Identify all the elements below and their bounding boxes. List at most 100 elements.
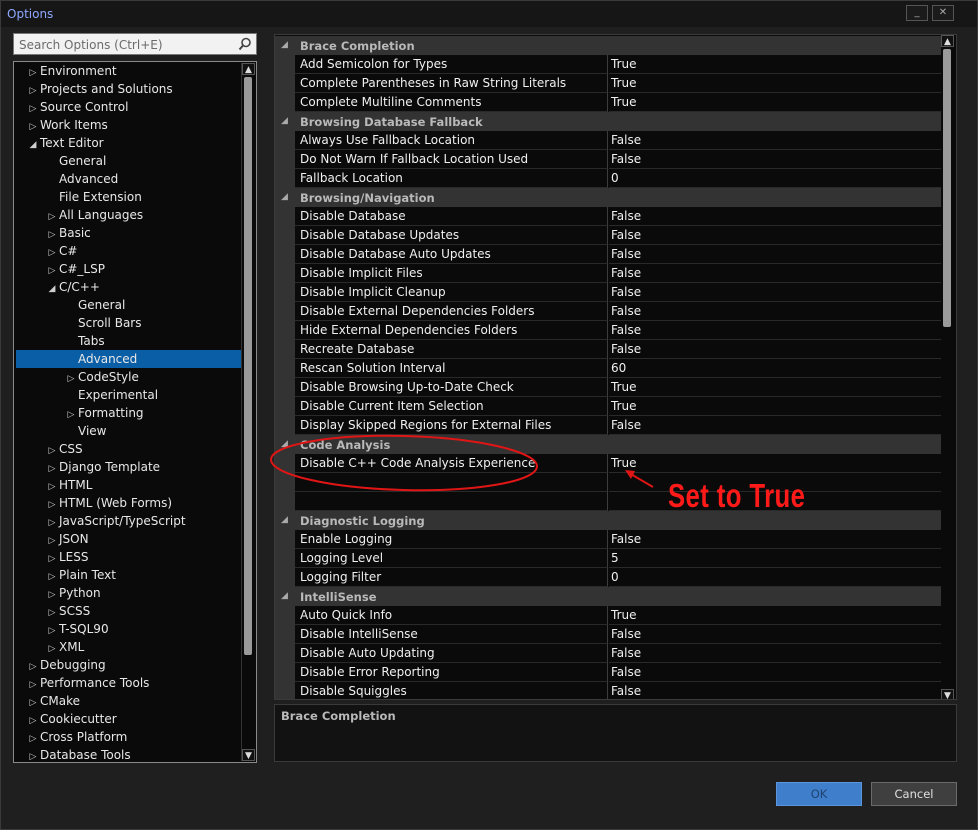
property-name[interactable]: Complete Multiline Comments (295, 93, 608, 112)
property-value[interactable]: True (609, 55, 942, 74)
grid-row[interactable]: Disable IntelliSense False (275, 625, 942, 644)
grid-row[interactable]: Disable Squiggles False (275, 682, 942, 699)
tree-item[interactable]: ▷ C# (16, 242, 242, 260)
property-name[interactable]: Disable Implicit Files (295, 264, 608, 283)
property-value[interactable]: False (609, 644, 942, 663)
property-value[interactable]: True (609, 93, 942, 112)
property-value[interactable]: True (609, 378, 942, 397)
grid-row[interactable]: Fallback Location 0 (275, 169, 942, 188)
property-name[interactable]: Logging Filter (295, 568, 608, 587)
tree-item[interactable]: Tabs (16, 332, 242, 350)
property-value[interactable]: False (609, 682, 942, 699)
property-name[interactable] (295, 492, 608, 511)
property-name[interactable]: Add Semicolon for Types (295, 55, 608, 74)
tree-item[interactable]: ▷ All Languages (16, 206, 242, 224)
expander-icon[interactable]: ▷ (26, 748, 40, 762)
property-value[interactable]: False (609, 264, 942, 283)
tree-item[interactable]: General (16, 296, 242, 314)
tree-item[interactable]: ▷ Database Tools (16, 746, 242, 762)
grid-row[interactable]: Complete Parentheses in Raw String Liter… (275, 74, 942, 93)
grid-row[interactable] (275, 492, 942, 511)
property-name[interactable]: Disable External Dependencies Folders (295, 302, 608, 321)
tree-item[interactable]: ▷ LESS (16, 548, 242, 566)
property-value[interactable]: 60 (609, 359, 942, 378)
property-value[interactable]: False (609, 416, 942, 435)
property-value[interactable]: False (609, 625, 942, 644)
property-name[interactable]: Disable Database Auto Updates (295, 245, 608, 264)
tree-item[interactable]: Scroll Bars (16, 314, 242, 332)
tree-item[interactable]: ▷ Debugging (16, 656, 242, 674)
tree-item[interactable]: ▷ JavaScript/TypeScript (16, 512, 242, 530)
grid-row[interactable]: Disable Implicit Cleanup False (275, 283, 942, 302)
property-name[interactable]: Disable Squiggles (295, 682, 608, 699)
collapse-icon[interactable]: ◢ (281, 591, 288, 601)
grid-category[interactable]: ◢ Browsing/Navigation (275, 188, 942, 207)
property-value[interactable]: 0 (609, 568, 942, 587)
property-value[interactable]: False (609, 302, 942, 321)
property-name[interactable]: Disable Database (295, 207, 608, 226)
property-name[interactable]: Always Use Fallback Location (295, 131, 608, 150)
property-value[interactable]: True (609, 74, 942, 93)
grid-row[interactable]: Display Skipped Regions for External Fil… (275, 416, 942, 435)
property-name[interactable]: Hide External Dependencies Folders (295, 321, 608, 340)
grid-row[interactable]: Disable Implicit Files False (275, 264, 942, 283)
property-value[interactable]: True (609, 606, 942, 625)
tree-item[interactable]: ▷ C#_LSP (16, 260, 242, 278)
scrollbar-thumb[interactable] (943, 49, 951, 327)
tree-item[interactable]: Advanced (16, 170, 242, 188)
scroll-down-icon[interactable]: ▼ (941, 689, 954, 699)
property-value[interactable]: False (609, 321, 942, 340)
tree-item[interactable]: ▷ Plain Text (16, 566, 242, 584)
grid-row[interactable]: Complete Multiline Comments True (275, 93, 942, 112)
grid-row[interactable]: Hide External Dependencies Folders False (275, 321, 942, 340)
property-value[interactable]: True (609, 397, 942, 416)
property-name[interactable]: Disable Database Updates (295, 226, 608, 245)
tree-item[interactable]: File Extension (16, 188, 242, 206)
property-name[interactable] (295, 473, 608, 492)
property-value[interactable]: False (609, 207, 942, 226)
grid-row[interactable]: Disable Error Reporting False (275, 663, 942, 682)
minimize-button[interactable]: _ (906, 5, 928, 21)
property-name[interactable]: Disable Auto Updating (295, 644, 608, 663)
ok-button[interactable]: OK (776, 782, 862, 806)
property-name[interactable]: Enable Logging (295, 530, 608, 549)
tree-scrollbar[interactable]: ▲ ▼ (241, 63, 255, 761)
tree-item[interactable]: ▷ Work Items (16, 116, 242, 134)
property-value[interactable]: 5 (609, 549, 942, 568)
collapse-icon[interactable]: ◢ (281, 116, 288, 126)
property-value[interactable]: False (609, 245, 942, 264)
grid-row[interactable]: Always Use Fallback Location False (275, 131, 942, 150)
grid-row[interactable]: Rescan Solution Interval 60 (275, 359, 942, 378)
collapse-icon[interactable]: ◢ (281, 439, 288, 449)
property-value[interactable]: False (609, 663, 942, 682)
property-name[interactable]: Recreate Database (295, 340, 608, 359)
property-name[interactable]: Display Skipped Regions for External Fil… (295, 416, 608, 435)
close-button[interactable]: ✕ (932, 5, 954, 21)
grid-row[interactable]: Disable C++ Code Analysis Experience True (275, 454, 942, 473)
cancel-button[interactable]: Cancel (871, 782, 957, 806)
grid-category[interactable]: ◢ Browsing Database Fallback (275, 112, 942, 131)
tree-item[interactable]: ▷ Cookiecutter (16, 710, 242, 728)
grid-row[interactable]: Disable Browsing Up-to-Date Check True (275, 378, 942, 397)
tree-item[interactable]: ▷ XML (16, 638, 242, 656)
grid-row[interactable]: Disable Database False (275, 207, 942, 226)
property-name[interactable]: Logging Level (295, 549, 608, 568)
tree-item[interactable]: ▷ Cross Platform (16, 728, 242, 746)
tree-item[interactable]: ▷ Formatting (16, 404, 242, 422)
tree-item[interactable]: ▷ Source Control (16, 98, 242, 116)
grid-row[interactable]: Logging Level 5 (275, 549, 942, 568)
scroll-up-icon[interactable]: ▲ (941, 35, 954, 47)
collapse-icon[interactable]: ◢ (281, 515, 288, 525)
grid-row[interactable]: Disable Auto Updating False (275, 644, 942, 663)
property-value[interactable]: False (609, 283, 942, 302)
grid-category[interactable]: ◢ Code Analysis (275, 435, 942, 454)
property-name[interactable]: Disable Browsing Up-to-Date Check (295, 378, 608, 397)
property-value[interactable]: False (609, 530, 942, 549)
property-name[interactable]: Disable Implicit Cleanup (295, 283, 608, 302)
search-icon[interactable] (238, 37, 252, 51)
tree-item[interactable]: General (16, 152, 242, 170)
tree-item[interactable]: ◢ C/C++ (16, 278, 242, 296)
tree-item[interactable]: ◢ Text Editor (16, 134, 242, 152)
property-name[interactable]: Disable C++ Code Analysis Experience (295, 454, 608, 473)
tree-item[interactable]: ▷ JSON (16, 530, 242, 548)
